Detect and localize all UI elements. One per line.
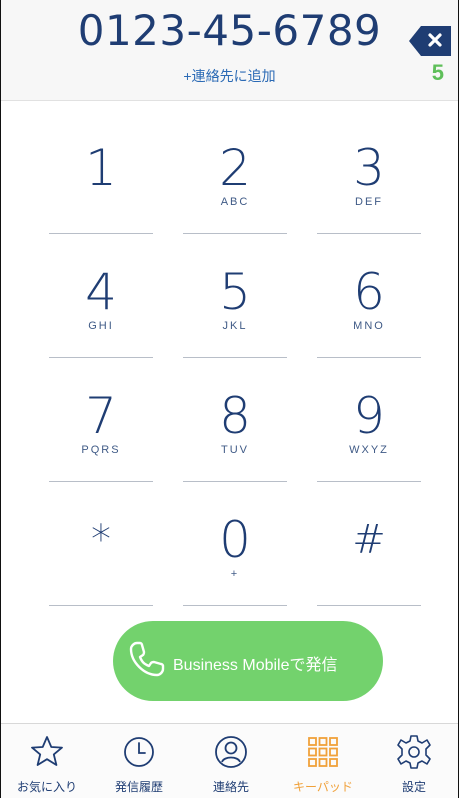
gear-icon — [397, 735, 431, 769]
key-underline — [183, 605, 287, 606]
key-digit: 9 — [353, 387, 385, 445]
keypad-icon — [308, 737, 338, 767]
key-digit: 5 — [219, 263, 251, 321]
phone-icon — [129, 641, 165, 677]
tab-label: 連絡先 — [212, 780, 249, 794]
key-hash[interactable]: # — [317, 512, 421, 636]
key-digit: 3 — [353, 139, 385, 197]
clock-icon — [124, 737, 154, 767]
key-letters: PQRS — [81, 444, 121, 456]
call-button-label: Business Mobileで発信 — [173, 657, 338, 674]
key-underline — [317, 357, 421, 358]
dialer-screen: 0123-45-6789 +連絡先に追加 5 1 2 ABC 3 DEF 4 GHI … — [0, 0, 459, 798]
key-digit: 6 — [353, 263, 385, 321]
dialed-number: 0123-45-6789 — [77, 6, 382, 55]
key-digit: * — [91, 517, 111, 563]
key-letters — [49, 568, 153, 582]
tab-history[interactable]: 発信履歴 — [93, 732, 185, 795]
key-digit: 2 — [219, 139, 251, 197]
key-9[interactable]: 9 WXYZ — [317, 388, 421, 512]
key-underline — [183, 481, 287, 482]
key-letters: DEF — [355, 196, 383, 208]
key-underline — [317, 233, 421, 234]
tab-contacts[interactable]: 連絡先 — [185, 732, 277, 795]
key-digit: 4 — [85, 263, 117, 321]
key-underline — [183, 357, 287, 358]
key-7[interactable]: 7 PQRS — [49, 388, 153, 512]
key-8[interactable]: 8 TUV — [183, 388, 287, 512]
key-letters — [49, 196, 153, 210]
key-underline — [49, 605, 153, 606]
key-letters: MNO — [353, 320, 385, 332]
key-2[interactable]: 2 ABC — [183, 140, 287, 264]
key-6[interactable]: 6 MNO — [317, 264, 421, 388]
key-letters: GHI — [88, 320, 114, 332]
delete-icon[interactable] — [407, 24, 453, 58]
key-underline — [317, 481, 421, 482]
tab-label: 設定 — [401, 780, 426, 794]
key-letters: WXYZ — [349, 444, 389, 456]
tab-label: キーパッド — [293, 780, 353, 794]
key-letters — [317, 568, 421, 582]
key-underline — [183, 233, 287, 234]
key-digit: 1 — [85, 139, 117, 197]
digit-counter-badge: 5 — [431, 60, 444, 85]
contact-icon — [215, 736, 247, 768]
key-letters: TUV — [221, 444, 249, 456]
key-4[interactable]: 4 GHI — [49, 264, 153, 388]
tab-label: お気に入り — [16, 780, 77, 794]
key-3[interactable]: 3 DEF — [317, 140, 421, 264]
key-underline — [49, 481, 153, 482]
key-5[interactable]: 5 JKL — [183, 264, 287, 388]
key-underline — [49, 233, 153, 234]
tab-keypad[interactable]: キーパッド — [277, 732, 369, 795]
key-1[interactable]: 1 — [49, 140, 153, 264]
keypad: 1 2 ABC 3 DEF 4 GHI 5 JKL 6 MNO 7 PQRS 8 TUV 9W… — [49, 140, 441, 636]
tab-bar: お気に入り 発信履歴 連絡先 キーパッド 設定 — [1, 723, 458, 798]
tab-settings[interactable]: 設定 — [368, 732, 460, 795]
call-button[interactable]: Business Mobileで発信 — [113, 621, 383, 701]
key-underline — [49, 357, 153, 358]
key-digit: 0 — [219, 511, 251, 569]
tab-favorites[interactable]: お気に入り — [1, 732, 93, 795]
tab-label: 発信履歴 — [114, 780, 163, 794]
star-icon — [31, 736, 63, 766]
add-contact-link[interactable]: +連絡先に追加 — [1, 66, 458, 86]
key-star[interactable]: * — [49, 512, 153, 636]
key-letters: ABC — [220, 196, 250, 208]
key-underline — [317, 605, 421, 606]
key-digit: # — [352, 517, 386, 563]
key-letters: + — [230, 568, 240, 580]
key-digit: 7 — [85, 387, 117, 445]
key-digit: 8 — [219, 387, 251, 445]
key-letters: JKL — [222, 320, 248, 332]
dialer-header: 0123-45-6789 +連絡先に追加 5 — [1, 0, 458, 101]
key-0[interactable]: 0 + — [183, 512, 287, 636]
